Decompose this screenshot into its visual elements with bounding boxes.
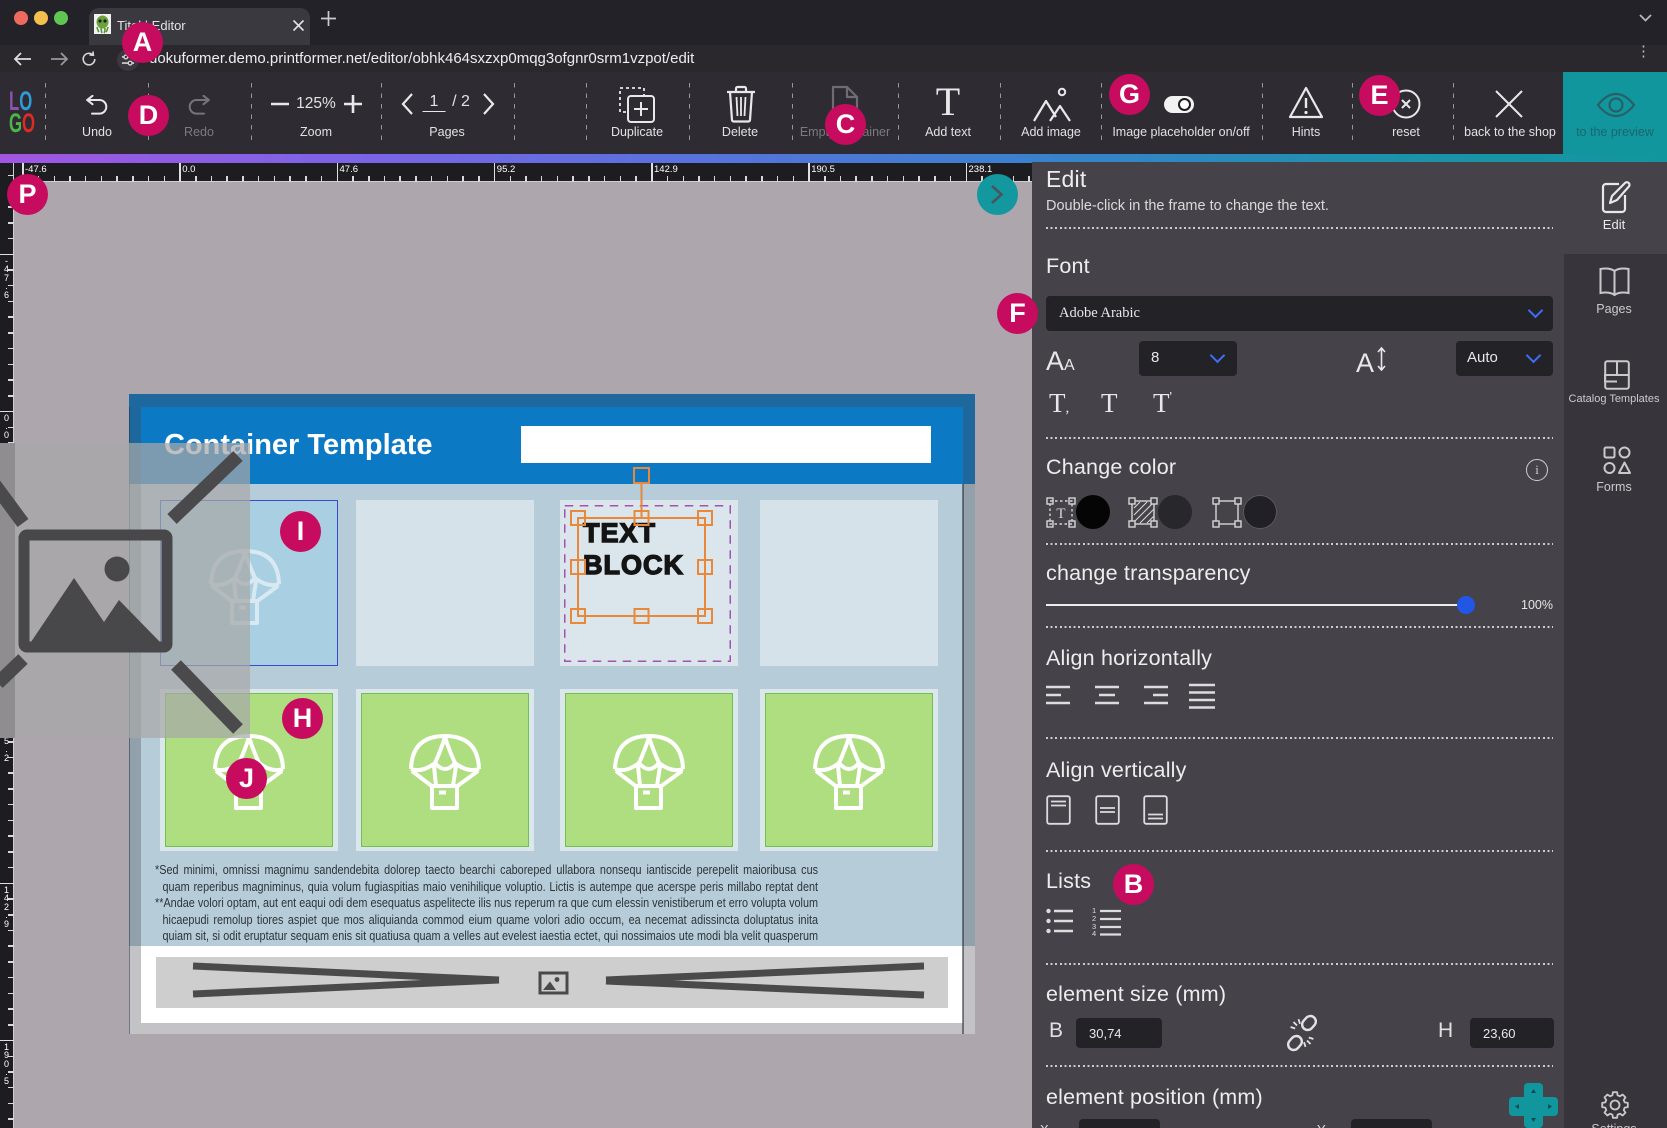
svg-text:T: T xyxy=(1056,506,1065,522)
svg-text:4: 4 xyxy=(1092,929,1096,936)
